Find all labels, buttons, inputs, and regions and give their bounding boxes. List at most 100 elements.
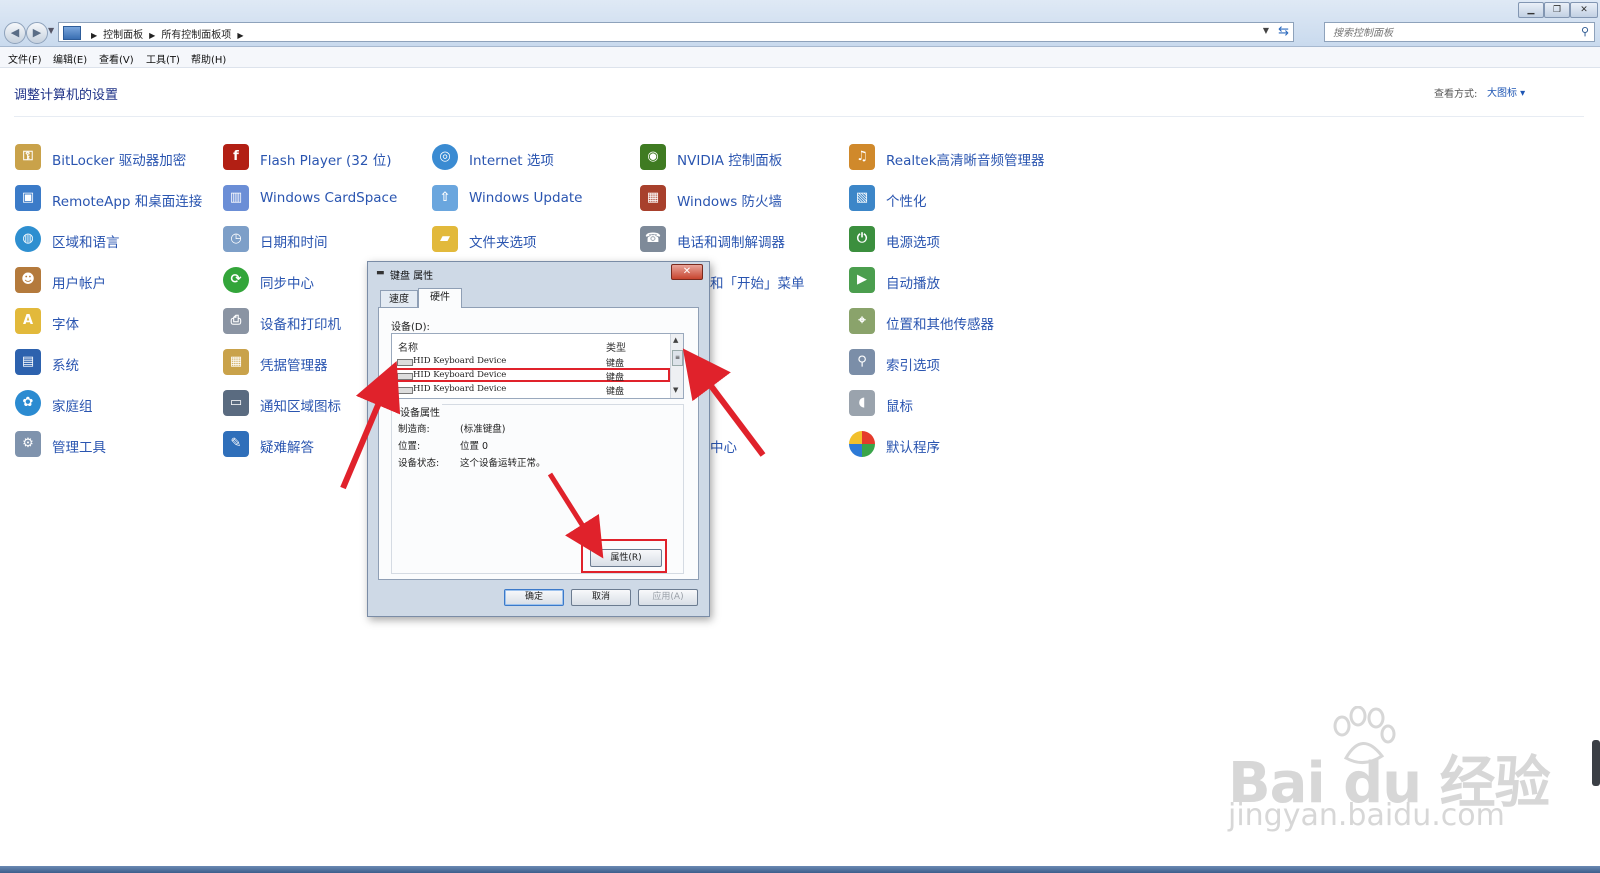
menu-view[interactable]: 查看(V) [99, 51, 134, 66]
back-button[interactable]: ◀ [4, 22, 26, 44]
cp-item-label: Flash Player (32 位) [260, 153, 392, 169]
device-name: HID Keyboard Device [413, 384, 507, 394]
control-panel-icon [63, 26, 81, 40]
location-label: 位置: [398, 441, 421, 452]
internet-icon: ◎ [432, 144, 458, 170]
cp-item-label: NVIDIA 控制面板 [677, 153, 783, 169]
dialog-title: 键盘 属性 [390, 271, 434, 282]
cp-item-label: 电话和调制解调器 [677, 235, 785, 251]
folder-icon: ▰ [432, 226, 458, 252]
tab-hardware[interactable]: 硬件 [418, 288, 462, 308]
keyboard-icon: ▬ [376, 268, 385, 278]
cp-item-label: 字体 [52, 317, 79, 333]
autoplay-icon: ▶ [849, 267, 875, 293]
manufacturer-value: (标准键盘) [460, 424, 506, 435]
cp-item-label: 电源选项 [886, 235, 940, 251]
cp-item-label: 个性化 [886, 194, 927, 210]
device-name: HID Keyboard Device [413, 356, 507, 366]
device-row[interactable]: HID Keyboard Device 键盘 [392, 382, 670, 397]
admin-tools-icon: ⚙ [15, 431, 41, 457]
scroll-up-icon[interactable]: ▲ [673, 336, 678, 344]
breadcrumb-separator-icon[interactable]: ▶ [237, 31, 243, 40]
cp-item-label: 同步中心 [260, 276, 314, 292]
side-scroll-handle[interactable] [1592, 740, 1600, 786]
scroll-down-icon[interactable]: ▼ [673, 386, 678, 394]
cp-item-label: Windows CardSpace [260, 190, 398, 206]
cp-item-label: 疑难解答 [260, 440, 314, 456]
cp-item-label: 管理工具 [52, 440, 106, 456]
ok-button[interactable]: 确定 [504, 589, 564, 606]
users-icon: ☻ [15, 267, 41, 293]
menu-file[interactable]: 文件(F) [8, 51, 42, 66]
cardspace-icon: ▥ [223, 185, 249, 211]
troubleshoot-icon: ✎ [223, 431, 249, 457]
dialog-close-button[interactable]: ✕ [671, 264, 703, 280]
tray-icon: ▭ [223, 390, 249, 416]
power-icon: ⏻ [849, 226, 875, 252]
menu-tools[interactable]: 工具(T) [146, 51, 180, 66]
search-icon[interactable]: ⚲ [1581, 25, 1589, 38]
forward-arrow-icon: ▶ [32, 26, 42, 39]
address-dropdown-icon[interactable]: ▼ [1263, 26, 1269, 35]
forward-button[interactable]: ▶ [26, 22, 48, 44]
search-box[interactable]: ⚲ [1324, 22, 1595, 42]
device-list[interactable]: 名称 类型 HID Keyboard Device 键盘 HID Keyboar… [391, 333, 684, 399]
close-icon: ✕ [682, 266, 692, 277]
properties-button[interactable]: 属性(R) [590, 549, 662, 567]
device-type: 键盘 [606, 387, 625, 397]
menu-edit[interactable]: 编辑(E) [53, 51, 87, 66]
device-list-scrollbar[interactable]: ▲ ≡ ▼ [670, 334, 683, 398]
cp-item-label: RemoteApp 和桌面连接 [52, 194, 203, 210]
breadcrumb: ▶ 控制面板 ▶ 所有控制面板项 ▶ [85, 26, 249, 41]
cp-item-label: 凭据管理器 [260, 358, 328, 374]
device-status-value: 这个设备运转正常。 [460, 458, 546, 469]
apply-button[interactable]: 应用(A) [638, 589, 698, 606]
recent-pages-button[interactable]: ▼ [48, 26, 54, 35]
cp-item-label: Realtek高清晰音频管理器 [886, 153, 1045, 169]
device-properties-title: 设备属性 [398, 404, 442, 419]
minimize-button[interactable]: ▁ [1518, 2, 1544, 18]
cp-item-label: 索引选项 [886, 358, 940, 374]
close-window-button[interactable]: ✕ [1570, 2, 1598, 18]
flash-icon: f [223, 144, 249, 170]
personalize-icon: ▧ [849, 185, 875, 211]
breadcrumb-item[interactable]: 所有控制面板项 [161, 30, 231, 41]
column-header-type[interactable]: 类型 [606, 339, 626, 354]
column-header-name[interactable]: 名称 [398, 339, 418, 354]
update-icon: ⇧ [432, 185, 458, 211]
scroll-thumb[interactable]: ≡ [672, 350, 683, 366]
breadcrumb-item[interactable]: 控制面板 [103, 30, 143, 41]
audio-icon: ♫ [849, 144, 875, 170]
cp-item-label: Windows 防火墙 [677, 194, 783, 210]
keyboard-icon [397, 359, 413, 366]
location-value: 位置 0 [460, 441, 489, 452]
cp-item-label: 日期和时间 [260, 235, 328, 251]
homegroup-icon: ✿ [15, 390, 41, 416]
refresh-icon[interactable]: ⇆ [1278, 24, 1289, 39]
sensor-icon: ⌖ [849, 308, 875, 334]
cp-item-label: 系统 [52, 358, 79, 374]
keyboard-properties-dialog: ▬ 键盘 属性 ✕ 速度 硬件 设备(D): 名称 类型 HID Keyboar… [367, 261, 710, 617]
cp-item-label: Windows Update [469, 190, 583, 206]
tab-speed[interactable]: 速度 [380, 290, 418, 308]
cp-item-label: 中心 [710, 440, 737, 456]
menu-bar: 文件(F) 编辑(E) 查看(V) 工具(T) 帮助(H) [0, 47, 1600, 68]
magnifier-icon: ⚲ [849, 349, 875, 375]
menu-help[interactable]: 帮助(H) [191, 51, 226, 66]
view-by-select[interactable]: 大图标 ▾ [1487, 84, 1525, 99]
cp-item-label: BitLocker 驱动器加密 [52, 153, 187, 169]
key-icon: ⚿ [15, 144, 41, 170]
device-row[interactable]: HID Keyboard Device 键盘 [392, 354, 670, 369]
cp-item-label: 默认程序 [886, 440, 940, 456]
search-input[interactable] [1331, 24, 1565, 42]
back-arrow-icon: ◀ [10, 26, 20, 39]
cp-item-label: 文件夹选项 [469, 235, 537, 251]
breadcrumb-separator-icon[interactable]: ▶ [149, 31, 155, 40]
computer-icon: ▤ [15, 349, 41, 375]
devices-label: 设备(D): [391, 322, 430, 333]
address-bar[interactable]: ▶ 控制面板 ▶ 所有控制面板项 ▶ ▼ ⇆ [58, 22, 1294, 42]
device-row-selected[interactable]: HID Keyboard Device 键盘 [392, 368, 670, 383]
maximize-button[interactable]: ❐ [1544, 2, 1570, 18]
cp-item-label: 设备和打印机 [260, 317, 341, 333]
cancel-button[interactable]: 取消 [571, 589, 631, 606]
